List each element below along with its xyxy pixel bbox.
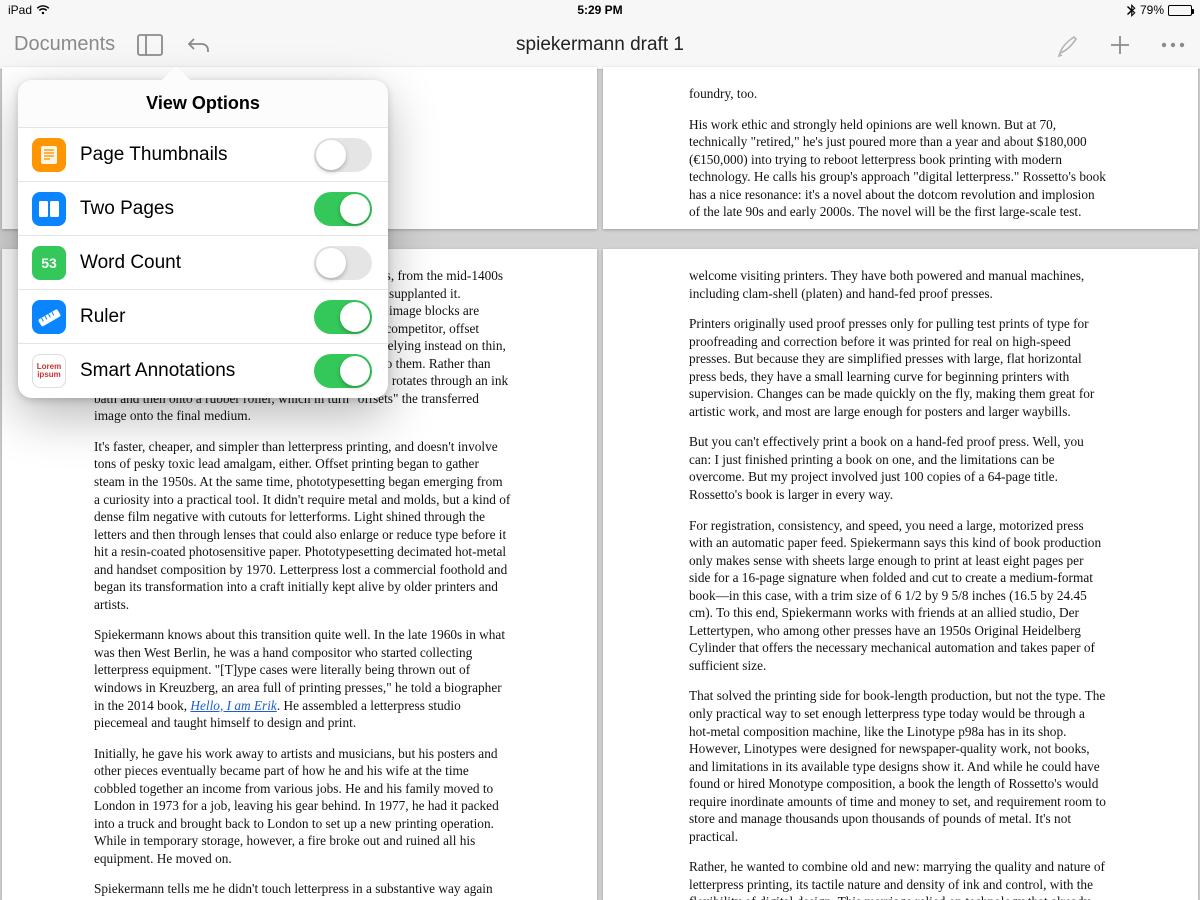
option-ruler[interactable]: Ruler [18, 290, 388, 344]
option-page-thumbnails[interactable]: Page Thumbnails [18, 128, 388, 182]
option-label: Two Pages [80, 198, 300, 220]
body-text: It's faster, cheaper, and simpler than l… [94, 438, 511, 613]
body-text: Rather, he wanted to combine old and new… [689, 858, 1106, 900]
body-text: welcome visiting printers. They have bot… [689, 267, 1106, 302]
toggle-smart-annotations[interactable] [314, 354, 372, 388]
toggle-two-pages[interactable] [314, 192, 372, 226]
option-label: Word Count [80, 252, 300, 274]
option-label: Page Thumbnails [80, 144, 300, 166]
book-link[interactable]: Hello, I am Erik [190, 698, 276, 713]
option-two-pages[interactable]: Two Pages [18, 182, 388, 236]
battery-pct: 79% [1140, 3, 1164, 17]
wifi-icon [36, 5, 50, 15]
body-text: For registration, consistency, and speed… [689, 517, 1106, 675]
option-label: Smart Annotations [80, 360, 300, 382]
page-right[interactable]: welcome visiting printers. They have bot… [603, 249, 1198, 900]
documents-back-button[interactable]: Documents [14, 33, 115, 56]
status-bar: iPad 5:29 PM 79% [0, 0, 1200, 20]
two-pages-icon [32, 192, 66, 226]
option-smart-annotations[interactable]: Loremipsum Smart Annotations [18, 344, 388, 398]
body-text: foundry, too. [689, 85, 1106, 103]
undo-button[interactable] [185, 34, 211, 56]
body-text: His work ethic and strongly held opinion… [689, 116, 1106, 221]
document-title: spiekermann draft 1 [516, 34, 684, 56]
view-options-popover: View Options Page Thumbnails Two Pages 5… [18, 80, 388, 398]
toggle-page-thumbnails[interactable] [314, 138, 372, 172]
body-text: Spiekermann tells me he didn't touch let… [94, 880, 511, 900]
thumbnails-icon [32, 138, 66, 172]
page-prev-right[interactable]: foundry, too. His work ethic and strongl… [603, 67, 1198, 229]
annotations-icon: Loremipsum [32, 354, 66, 388]
body-text: Printers originally used proof presses o… [689, 315, 1106, 420]
add-button[interactable] [1108, 33, 1132, 57]
word-count-icon: 53 [32, 246, 66, 280]
device-label: iPad [8, 3, 32, 17]
format-brush-button[interactable] [1056, 33, 1080, 57]
battery-icon [1168, 5, 1192, 16]
toolbar: Documents spiekermann draft 1 [0, 20, 1200, 70]
view-options-button[interactable] [137, 34, 163, 56]
bluetooth-icon [1127, 4, 1136, 17]
body-text: That solved the printing side for book-l… [689, 687, 1106, 845]
popover-title: View Options [18, 80, 388, 128]
ruler-icon [32, 300, 66, 334]
option-label: Ruler [80, 306, 300, 328]
body-text: Initially, he gave his work away to arti… [94, 745, 511, 868]
toggle-word-count[interactable] [314, 246, 372, 280]
toggle-ruler[interactable] [314, 300, 372, 334]
more-button[interactable] [1160, 41, 1186, 49]
body-text: Spiekermann knows about this transition … [94, 626, 511, 731]
body-text: But you can't effectively print a book o… [689, 433, 1106, 503]
option-word-count[interactable]: 53 Word Count [18, 236, 388, 290]
clock: 5:29 PM [577, 3, 622, 17]
